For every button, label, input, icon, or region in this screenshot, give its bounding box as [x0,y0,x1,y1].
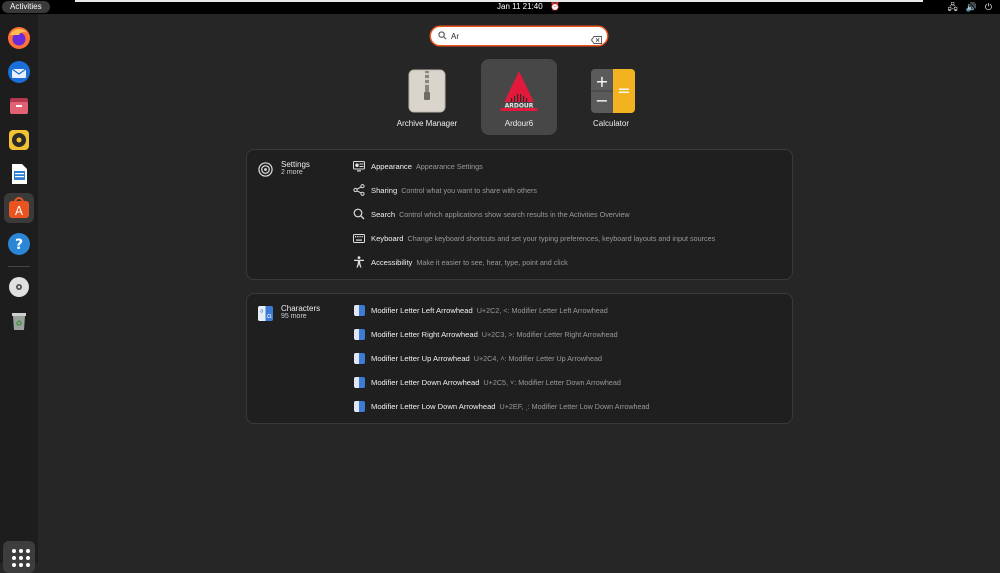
app-calculator[interactable]: + − = Calculator [573,59,649,135]
search-input[interactable] [451,31,581,41]
characters-icon: aΩ [258,306,273,321]
result-title: Sharing [371,185,398,195]
archive-manager-icon [407,69,447,113]
accessibility-icon [353,256,365,268]
app-name: Ardour6 [504,119,534,128]
provider-more: 2 more [281,169,303,176]
thunderbird-icon[interactable] [4,57,34,87]
firefox-icon[interactable] [4,23,34,53]
character-result[interactable]: Modifier Letter Down Arrowhead U+2C5, ˅:… [353,375,621,389]
result-description: Make it easier to see, hear, type, point… [416,257,568,267]
character-icon [353,400,365,412]
keyboard-icon [353,232,365,244]
result-title: Appearance [371,161,412,171]
result-title: Modifier Letter Low Down Arrowhead [371,401,496,411]
result-title: Search [371,209,396,219]
result-description: Control which applications show search r… [399,209,630,219]
result-title: Modifier Letter Up Arrowhead [371,353,470,363]
result-description: U+2C2, ˂: Modifier Letter Left Arrowhead [476,305,608,315]
svg-text:=: = [617,81,630,100]
search-bar[interactable] [431,27,607,45]
show-apps-button[interactable] [3,541,35,573]
network-icon: 🖧 [947,2,958,12]
rhythmbox-icon[interactable] [4,125,34,155]
power-icon: ⏻ [984,2,992,12]
result-description: Control what you want to share with othe… [401,185,538,195]
clock[interactable]: Jan 11 21:40 [497,2,543,12]
result-description: Change keyboard shortcuts and set your t… [407,233,716,243]
provider-name: Characters [281,304,321,313]
character-result[interactable]: Modifier Letter Left Arrowhead U+2C2, ˂:… [353,303,608,317]
character-icon [353,376,365,388]
app-name: Archive Manager [396,119,458,128]
disc-icon[interactable] [4,272,34,302]
svg-text:a: a [260,309,263,315]
result-title: Modifier Letter Right Arrowhead [371,329,478,339]
provider-name: Settings [281,160,310,169]
top-bar: Activities Jan 11 21:40 ⏰ 🖧 🔊 ⏻ [0,0,1000,14]
settings-icon [258,162,273,177]
volume-icon: 🔊 [965,2,977,12]
app-center-icon[interactable]: A [4,193,34,223]
svg-text:?: ? [15,237,23,253]
ardour-icon: ARDOUR [499,69,539,113]
character-result[interactable]: Modifier Letter Up Arrowhead U+2C4, ˄: M… [353,351,602,365]
result-title: Keyboard [371,233,404,243]
app-ardour6[interactable]: ARDOUR Ardour6 [481,59,557,135]
dock-separator [8,266,30,267]
result-description: U+2C4, ˄: Modifier Letter Up Arrowhead [473,353,603,363]
character-result[interactable]: Modifier Letter Low Down Arrowhead U+2EF… [353,399,650,413]
system-status-menu[interactable]: 🖧 🔊 ⏻ [948,1,992,13]
characters-results-panel: aΩ Characters 95 more Modifier Letter Le… [246,293,793,424]
writer-icon[interactable] [4,159,34,189]
character-result[interactable]: Modifier Letter Right Arrowhead U+2C3, ˃… [353,327,618,341]
help-icon[interactable]: ? [4,229,34,259]
result-description: U+2C3, ˃: Modifier Letter Right Arrowhea… [481,329,618,339]
calculator-icon: + − = [591,69,635,113]
trash-icon[interactable]: ♻ [4,306,34,336]
svg-text:ARDOUR: ARDOUR [505,102,534,109]
search-icon [438,30,447,42]
settings-result-appearance[interactable]: Appearance Appearance Settings [353,159,483,173]
dock: A ? ♻ [0,14,38,573]
svg-text:+: + [595,72,608,91]
character-icon [353,304,365,316]
app-name: Calculator [592,119,629,128]
result-description: Appearance Settings [415,161,483,171]
clear-search-icon[interactable] [590,31,602,44]
result-title: Modifier Letter Down Arrowhead [371,377,480,387]
share-icon [353,184,365,196]
search-icon [353,208,365,220]
settings-result-search[interactable]: Search Control which applications show s… [353,207,630,221]
result-title: Accessibility [371,257,413,267]
result-title: Modifier Letter Left Arrowhead [371,305,473,315]
result-description: U+2C5, ˅: Modifier Letter Down Arrowhead [483,377,621,387]
alarm-icon: ⏰ [550,2,560,11]
settings-result-keyboard[interactable]: Keyboard Change keyboard shortcuts and s… [353,231,715,245]
svg-text:Ω: Ω [267,314,272,320]
activities-button[interactable]: Activities [2,1,50,13]
settings-result-sharing[interactable]: Sharing Control what you want to share w… [353,183,537,197]
settings-results-panel: Settings 2 more Appearance Appearance Se… [246,149,793,280]
svg-text:♻: ♻ [15,319,22,328]
provider-more: 95 more [281,313,307,320]
character-icon [353,328,365,340]
character-icon [353,352,365,364]
appearance-icon [353,160,365,172]
svg-text:−: − [595,91,608,110]
result-description: U+2EF, ˯: Modifier Letter Low Down Arrow… [499,401,650,411]
svg-text:A: A [15,204,24,218]
settings-result-accessibility[interactable]: Accessibility Make it easier to see, hea… [353,255,568,269]
files-icon[interactable] [4,91,34,121]
app-archive-manager[interactable]: Archive Manager [389,59,465,135]
